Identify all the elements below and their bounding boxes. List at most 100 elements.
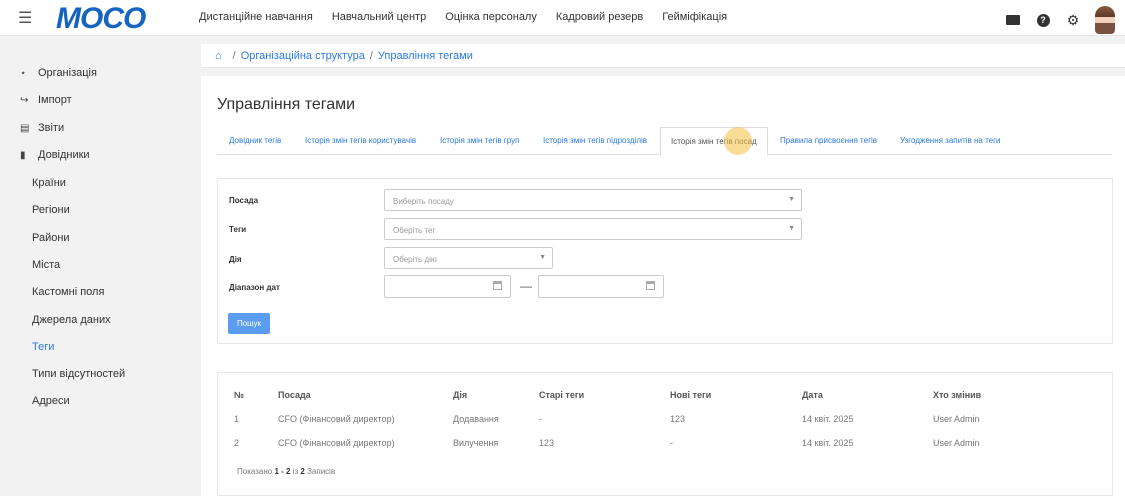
sitemap-icon: ⋆: [20, 67, 27, 79]
date-from-input[interactable]: [384, 275, 511, 298]
results-table: № Посада Дія Старі теги Нові теги Дата Х…: [217, 372, 1113, 496]
top-icons: ? ⚙: [1005, 6, 1115, 34]
sidebar-sub-cities[interactable]: Міста: [32, 259, 60, 271]
chart-icon: ▤: [20, 122, 30, 134]
sidebar-sub-absence-types[interactable]: Типи відсутностей: [32, 368, 125, 380]
sidebar-sub-countries[interactable]: Країни: [32, 177, 66, 189]
action-select[interactable]: Оберіть дію ▼: [384, 247, 553, 269]
cursor-highlight: [724, 127, 752, 155]
top-nav: Дистанційне навчання Навчальний центр Оц…: [199, 11, 746, 23]
sidebar-sub-addresses[interactable]: Адреси: [32, 395, 70, 407]
avatar[interactable]: [1095, 6, 1115, 34]
column-header-number: №: [234, 390, 245, 400]
tab-tag-directory[interactable]: Довідник тегів: [229, 127, 281, 155]
breadcrumb-org-structure[interactable]: Організаційна структура: [241, 50, 365, 62]
sidebar-item-reports[interactable]: ▤ Звіти: [20, 122, 64, 134]
top-bar: ☰ MOCO Дистанційне навчання Навчальний ц…: [0, 0, 1125, 36]
tab-user-tag-history[interactable]: Історія змін тегів користувачів: [305, 127, 416, 155]
column-header-new-tags: Нові теги: [670, 390, 712, 400]
sidebar-item-label: Імпорт: [38, 94, 72, 106]
table-cell-position: CFO (Фінансовий директор): [278, 414, 395, 424]
nav-distance-learning[interactable]: Дистанційне навчання: [199, 11, 313, 23]
nav-gamification[interactable]: Гейміфікація: [662, 11, 727, 23]
sidebar-item-organization[interactable]: ⋆ Організація: [20, 67, 97, 79]
sidebar-sub-custom-fields[interactable]: Кастомні поля: [32, 286, 104, 298]
breadcrumb: ⌂ / Організаційна структура / Управління…: [201, 44, 1125, 68]
table-cell-position: CFO (Фінансовий директор): [278, 438, 395, 448]
nav-talent-pool[interactable]: Кадровий резерв: [556, 11, 643, 23]
action-label: Дія: [229, 255, 242, 264]
info-mid: із: [292, 467, 299, 476]
logo[interactable]: MOCO: [56, 2, 146, 36]
sidebar-sub-districts[interactable]: Райони: [32, 232, 70, 244]
page-title: Управління тегами: [217, 96, 356, 113]
chevron-down-icon: ▼: [788, 225, 795, 232]
column-header-action: Дія: [453, 390, 468, 400]
home-icon[interactable]: ⌂: [215, 50, 222, 62]
date-to-input[interactable]: [538, 275, 664, 298]
table-cell-old-tags: -: [539, 414, 542, 424]
calendar-icon[interactable]: [493, 281, 502, 290]
filter-panel: Посада Виберіть посаду ▼ Теги Оберіть те…: [217, 178, 1113, 344]
tags-label: Теги: [229, 225, 247, 234]
sidebar-item-label: Довідники: [38, 149, 90, 161]
chevron-down-icon: ▼: [788, 196, 795, 203]
breadcrumb-tag-management[interactable]: Управління тегами: [378, 50, 473, 62]
breadcrumb-separator: /: [232, 49, 236, 62]
sidebar: ⋆ Організація ↪ Імпорт ▤ Звіти ▮ Довідни…: [0, 36, 200, 496]
table-cell-number: 2: [234, 438, 240, 448]
tab-group-tag-history[interactable]: Історія змін тегів груп: [440, 127, 519, 155]
table-cell-new-tags: 123: [670, 414, 686, 424]
search-button[interactable]: Пошук: [228, 313, 270, 334]
table-cell-date: 14 квіт. 2025: [802, 414, 854, 424]
book-icon: ▮: [20, 149, 26, 161]
nav-training-center[interactable]: Навчальний центр: [332, 11, 426, 23]
help-icon[interactable]: ?: [1035, 12, 1051, 28]
envelope-icon[interactable]: [1005, 12, 1021, 28]
table-cell-changed-by: User Admin: [933, 438, 980, 448]
table-info: Показано 1 - 2 із 2 Записів: [237, 467, 335, 476]
table-cell-new-tags: -: [670, 438, 673, 448]
sidebar-item-label: Організація: [38, 67, 97, 79]
column-header-changed-by: Хто змінив: [933, 390, 982, 400]
nav-assessment[interactable]: Оцінка персоналу: [445, 11, 537, 23]
sidebar-sub-data-sources[interactable]: Джерела даних: [32, 314, 111, 326]
tags-select[interactable]: Оберіть тег ▼: [384, 218, 802, 240]
sidebar-item-directories[interactable]: ▮ Довідники: [20, 149, 90, 161]
breadcrumb-separator: /: [369, 49, 373, 62]
date-separator: —: [520, 279, 532, 293]
tags-placeholder: Оберіть тег: [393, 226, 436, 235]
info-range: 1 - 2: [274, 467, 291, 476]
table-cell-action: Вилучення: [453, 438, 499, 448]
info-prefix: Показано: [237, 467, 273, 476]
chevron-down-icon: ▼: [539, 254, 546, 261]
action-placeholder: Оберіть дію: [393, 255, 437, 264]
table-cell-old-tags: 123: [539, 438, 555, 448]
sidebar-item-label: Звіти: [38, 122, 65, 134]
sidebar-item-import[interactable]: ↪ Імпорт: [20, 94, 72, 106]
gear-icon[interactable]: ⚙: [1065, 12, 1081, 28]
position-select[interactable]: Виберіть посаду ▼: [384, 189, 802, 211]
date-range-label: Діапазон дат: [229, 283, 280, 292]
position-placeholder: Виберіть посаду: [393, 197, 454, 206]
table-cell-number: 1: [234, 414, 240, 424]
tab-tag-assignment-rules[interactable]: Правила присвоєння тегів: [780, 127, 877, 155]
column-header-old-tags: Старі теги: [539, 390, 585, 400]
info-total: 2: [300, 467, 305, 476]
table-cell-changed-by: User Admin: [933, 414, 980, 424]
column-header-position: Посада: [278, 390, 311, 400]
menu-icon[interactable]: ☰: [18, 8, 32, 28]
tab-tag-request-approval[interactable]: Узгодження запитів на теги: [900, 127, 1001, 155]
position-label: Посада: [229, 196, 259, 205]
tab-department-tag-history[interactable]: Історія змін тегів підрозділів: [543, 127, 647, 155]
table-cell-action: Додавання: [453, 414, 499, 424]
tab-bar: Довідник тегів Історія змін тегів корист…: [217, 127, 1112, 156]
info-suffix: Записів: [307, 467, 336, 476]
column-header-date: Дата: [802, 390, 823, 400]
sidebar-sub-tags[interactable]: Теги: [32, 341, 54, 353]
calendar-icon[interactable]: [646, 281, 655, 290]
import-icon: ↪: [20, 94, 29, 106]
table-cell-date: 14 квіт. 2025: [802, 438, 854, 448]
main-content: Управління тегами Довідник тегів Історія…: [201, 76, 1125, 496]
sidebar-sub-regions[interactable]: Регіони: [32, 204, 70, 216]
